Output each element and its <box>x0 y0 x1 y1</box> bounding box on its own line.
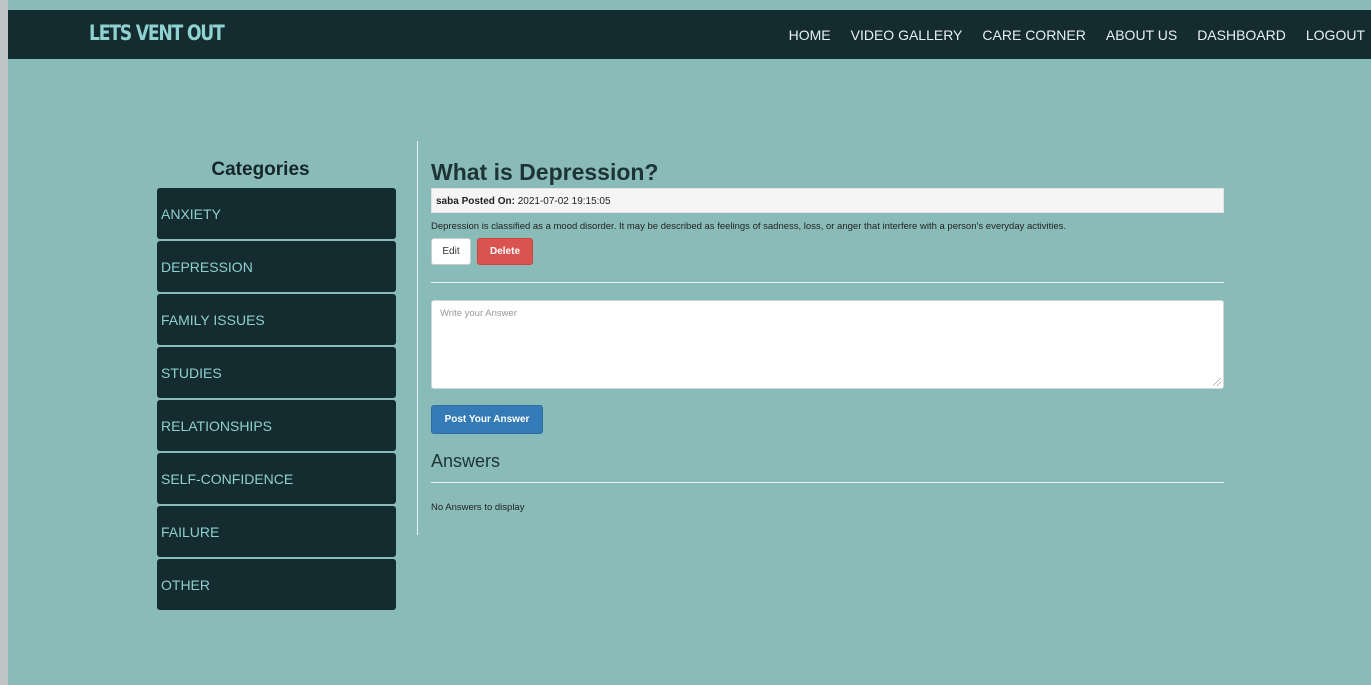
category-self-confidence[interactable]: SELF-CONFIDENCE <box>157 453 396 504</box>
question-body: Depression is classified as a mood disor… <box>431 221 1067 232</box>
top-navbar: LETS VENT OUT HOME VIDEO GALLERY CARE CO… <box>8 10 1371 59</box>
question-actions: Edit Delete <box>431 238 1224 265</box>
question-detail: What is Depression? saba Posted On: 2021… <box>431 156 1224 513</box>
categories-sidebar: Categories ANXIETY DEPRESSION FAMILY ISS… <box>157 152 396 612</box>
vertical-divider <box>417 141 418 535</box>
page-left-edge <box>0 0 8 685</box>
brand-logo[interactable]: LETS VENT OUT <box>89 21 225 45</box>
resize-grip-icon[interactable] <box>1213 378 1221 386</box>
question-title: What is Depression? <box>431 159 659 185</box>
category-failure[interactable]: FAILURE <box>157 506 396 557</box>
nav-links: HOME VIDEO GALLERY CARE CORNER ABOUT US … <box>789 10 1365 59</box>
nav-link-about-us[interactable]: ABOUT US <box>1106 27 1177 43</box>
post-answer-button[interactable]: Post Your Answer <box>431 405 543 434</box>
category-studies[interactable]: STUDIES <box>157 347 396 398</box>
question-author: saba <box>436 196 459 207</box>
category-family-issues[interactable]: FAMILY ISSUES <box>157 294 396 345</box>
question-meta: saba Posted On: 2021-07-02 19:15:05 <box>431 188 1224 213</box>
edit-button[interactable]: Edit <box>431 238 471 265</box>
answers-heading: Answers <box>431 451 501 471</box>
nav-link-care-corner[interactable]: CARE CORNER <box>982 27 1085 43</box>
category-relationships[interactable]: RELATIONSHIPS <box>157 400 396 451</box>
nav-link-video-gallery[interactable]: VIDEO GALLERY <box>851 27 963 43</box>
nav-link-logout[interactable]: LOGOUT <box>1306 27 1365 43</box>
nav-link-home[interactable]: HOME <box>789 27 831 43</box>
delete-button[interactable]: Delete <box>477 238 533 265</box>
nav-link-dashboard[interactable]: DASHBOARD <box>1197 27 1286 43</box>
no-answers-text: No Answers to display <box>431 502 525 513</box>
category-depression[interactable]: DEPRESSION <box>157 241 396 292</box>
posted-on-label: Posted On: <box>461 196 515 207</box>
category-anxiety[interactable]: ANXIETY <box>157 188 396 239</box>
categories-title: Categories <box>211 159 310 180</box>
category-other[interactable]: OTHER <box>157 559 396 610</box>
posted-date: 2021-07-02 19:15:05 <box>517 196 611 207</box>
answer-placeholder: Write your Answer <box>440 308 517 319</box>
answer-textarea[interactable]: Write your Answer <box>431 300 1224 389</box>
